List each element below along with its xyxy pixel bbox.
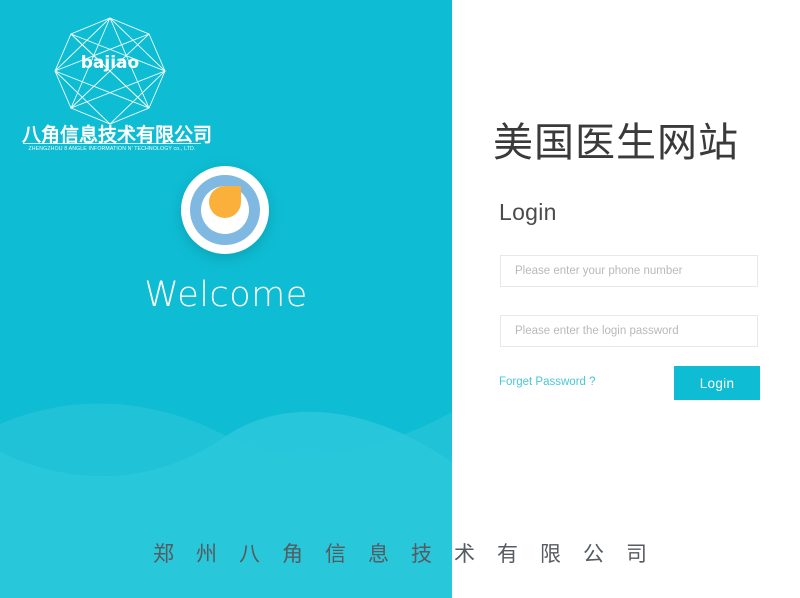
bajiao-octagon-logo-icon: bajiao <box>54 17 167 125</box>
site-title: 美国医生网站 <box>493 120 739 166</box>
circle-emblem-icon <box>181 166 269 254</box>
login-submit-button[interactable]: Login <box>674 366 760 400</box>
company-name-english: ZHENGZHOU 8 ANGLE INFORMATION N' TECHNOL… <box>28 145 196 153</box>
login-heading: Login <box>499 199 557 225</box>
welcome-heading: Welcome <box>144 275 308 315</box>
logo-wordmark: bajiao <box>81 53 139 73</box>
forget-password-link[interactable]: Forget Password ? <box>499 376 596 388</box>
company-name-underline <box>23 143 201 144</box>
login-page: bajiao 八角信息技术有限公司 ZHENGZHOU 8 ANGLE INFO… <box>0 0 800 598</box>
footer-company-name: 郑州八角信息技术有限公司 <box>153 542 669 566</box>
phone-number-input[interactable] <box>500 255 758 287</box>
login-panel: 美国医生网站 Login Forget Password ? Login <box>452 0 800 598</box>
password-input[interactable] <box>500 315 758 347</box>
company-name-chinese: 八角信息技术有限公司 <box>22 124 213 146</box>
brand-panel: bajiao 八角信息技术有限公司 ZHENGZHOU 8 ANGLE INFO… <box>0 0 452 598</box>
